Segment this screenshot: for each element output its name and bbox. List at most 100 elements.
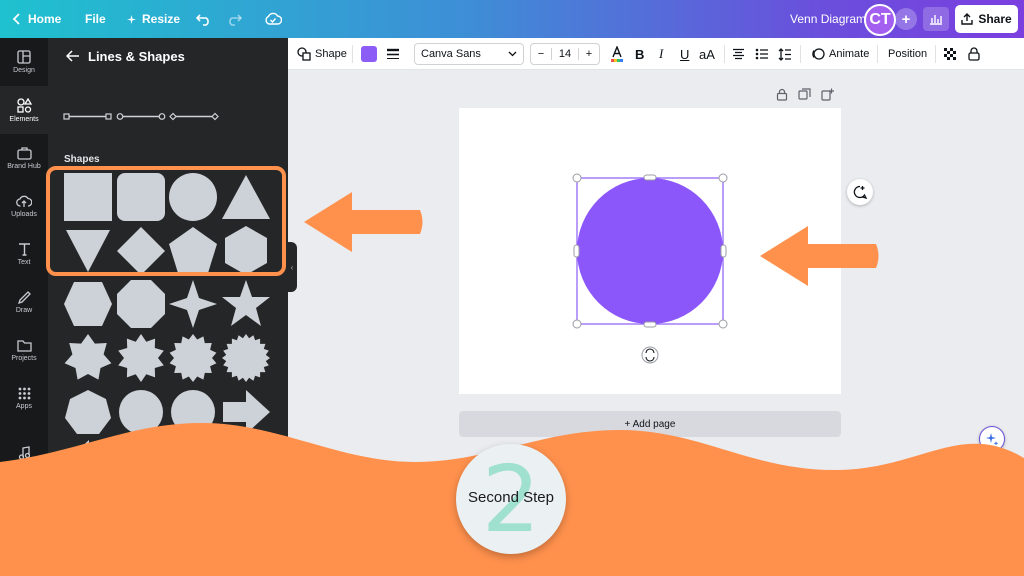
cloud-save-button[interactable]: [264, 0, 282, 38]
rail-label: Design: [13, 67, 35, 74]
shape-20-point-star[interactable]: [222, 334, 270, 382]
redo-button[interactable]: [226, 0, 242, 38]
animate-button[interactable]: Animate: [811, 38, 869, 70]
rail-label: Brand Hub: [7, 163, 41, 170]
shape-circle[interactable]: [169, 173, 217, 221]
lines-shapes-panel: Lines & Shapes Shapes ‹: [48, 38, 297, 576]
shape-14-point-star[interactable]: [169, 334, 217, 382]
rail-item-draw[interactable]: Draw: [0, 278, 48, 326]
rail-label: Draw: [15, 307, 33, 314]
page-actions: [776, 88, 834, 101]
arrow-pointer-left: [304, 192, 423, 252]
animate-label: Animate: [829, 48, 870, 60]
file-menu[interactable]: File: [85, 0, 106, 38]
fill-color-swatch[interactable]: [361, 38, 377, 70]
underline-button[interactable]: U: [680, 38, 689, 70]
cloud-upload-icon: [16, 195, 32, 207]
rail-item-projects[interactable]: Projects: [0, 326, 48, 374]
transparency-button[interactable]: [944, 38, 957, 70]
magic-assistant-button[interactable]: [979, 426, 1005, 452]
arrow-left-icon[interactable]: [66, 50, 80, 62]
document-title[interactable]: Venn Diagram: [790, 0, 866, 38]
line-connector-round[interactable]: [116, 113, 166, 120]
resize-handle-br[interactable]: [718, 319, 728, 329]
lock-icon[interactable]: [776, 88, 788, 101]
toolbar-divider: [724, 45, 725, 63]
shape-arrow-right[interactable]: [223, 390, 270, 434]
resize-handle-bl[interactable]: [572, 319, 582, 329]
layout-icon: [17, 50, 31, 64]
rail-item-design[interactable]: Design: [0, 38, 48, 86]
shape-inverted-triangle[interactable]: [66, 230, 110, 272]
italic-button[interactable]: I: [659, 38, 663, 70]
purple-circle[interactable]: [577, 178, 723, 324]
avatar[interactable]: CT: [864, 4, 896, 36]
text-color-button[interactable]: [610, 38, 624, 70]
shape-7-point-star[interactable]: [64, 334, 112, 380]
shape-5-point-star[interactable]: [222, 280, 270, 326]
resize-handle-bottom[interactable]: [643, 321, 657, 328]
grid-icon: [18, 387, 30, 399]
font-size-increase-button[interactable]: +: [579, 48, 599, 60]
rail-item-audio[interactable]: Audio: [0, 434, 48, 482]
shape-heptagon[interactable]: [65, 390, 111, 434]
rail-item-brand-hub[interactable]: Brand Hub: [0, 134, 48, 182]
line-styles-row: [63, 112, 219, 121]
file-label: File: [85, 12, 106, 26]
share-button[interactable]: Share: [955, 5, 1018, 33]
bold-button[interactable]: B: [635, 38, 644, 70]
shape-triangle[interactable]: [222, 175, 270, 219]
line-connector-square[interactable]: [63, 113, 112, 120]
shape-10-point-star[interactable]: [118, 334, 164, 382]
font-size-decrease-button[interactable]: −: [531, 48, 551, 60]
resize-handle-tr[interactable]: [718, 173, 728, 183]
shape-arrow-left[interactable]: [65, 440, 112, 484]
list-button[interactable]: [755, 38, 769, 70]
resize-label: Resize: [142, 12, 181, 26]
shape-type-button[interactable]: Shape: [297, 38, 347, 70]
add-page-icon[interactable]: [821, 88, 834, 101]
lock-button[interactable]: [968, 38, 980, 70]
line-connector-diamond[interactable]: [169, 112, 219, 121]
shape-rounded-square[interactable]: [117, 173, 165, 221]
share-label: Share: [978, 12, 1012, 26]
rail-item-apps[interactable]: Apps: [0, 374, 48, 422]
shape-4-point-star[interactable]: [169, 280, 217, 328]
add-collaborator-button[interactable]: +: [895, 8, 917, 30]
shape-hexagon[interactable]: [225, 226, 267, 275]
font-size-input[interactable]: 14: [551, 48, 579, 60]
resize-handle-left[interactable]: [573, 244, 580, 258]
shape-octagon[interactable]: [117, 280, 165, 328]
spacing-button[interactable]: [778, 38, 792, 70]
border-style-button[interactable]: [386, 38, 400, 70]
selected-shape-group: [572, 173, 728, 364]
duplicate-icon[interactable]: [798, 88, 811, 101]
rail-item-elements[interactable]: Elements: [0, 86, 48, 134]
insights-button[interactable]: [923, 7, 949, 31]
undo-button[interactable]: [196, 0, 212, 38]
sparkle-icon: [127, 14, 136, 24]
rail-item-uploads[interactable]: Uploads: [0, 182, 48, 230]
panel-collapse-tab[interactable]: ‹: [287, 242, 297, 292]
align-button[interactable]: [732, 38, 745, 70]
shape-scalloped-circle[interactable]: [119, 390, 163, 434]
position-button[interactable]: Position: [888, 38, 927, 70]
resize-button[interactable]: Resize: [127, 0, 180, 38]
shape-diamond[interactable]: [117, 227, 165, 275]
font-size-stepper: − 14 +: [530, 43, 600, 65]
rail-item-text[interactable]: Text: [0, 230, 48, 278]
shape-badge-circle[interactable]: [171, 390, 215, 434]
shape-hexagon-flat[interactable]: [64, 282, 112, 326]
add-page-button[interactable]: + Add page: [459, 411, 841, 437]
font-family-dropdown[interactable]: Canva Sans: [414, 43, 524, 65]
rail-label: Uploads: [11, 211, 37, 218]
comment-button[interactable]: [847, 179, 873, 205]
shape-square[interactable]: [64, 173, 112, 221]
resize-handle-tl[interactable]: [572, 173, 582, 183]
shape-pentagon[interactable]: [169, 227, 217, 273]
resize-handle-top[interactable]: [643, 174, 657, 181]
resize-handle-right[interactable]: [720, 244, 727, 258]
letter-case-button[interactable]: aA: [699, 38, 715, 70]
chevron-left-icon: [12, 13, 20, 25]
home-button[interactable]: Home: [12, 0, 61, 38]
